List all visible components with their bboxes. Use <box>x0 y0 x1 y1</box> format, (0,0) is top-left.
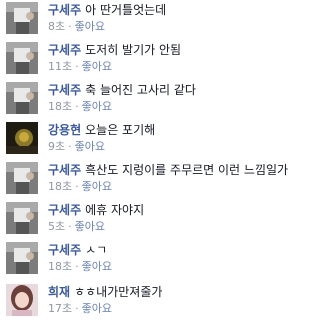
photo-avatar-icon[interactable] <box>6 2 38 34</box>
comment-meta: 18초 · 좋아요 <box>48 180 112 194</box>
photo-avatar-icon[interactable] <box>6 82 38 114</box>
comment-item: 구세주 에휴 자야지 5초 · 좋아요 <box>0 200 334 240</box>
comment-text: ㅎㅎ내가만져줄가 <box>74 285 163 299</box>
comment-item: 구세주 아 딴거틀엇는데 8초 · 좋아요 <box>0 0 334 40</box>
comment-line: 구세주 ㅅㄱ <box>48 242 107 258</box>
separator-dot: · <box>68 220 72 233</box>
like-link[interactable]: 좋아요 <box>82 60 112 73</box>
comment-author[interactable]: 구세주 <box>48 3 81 17</box>
comment-time[interactable]: 11초 <box>48 60 72 73</box>
separator-dot: · <box>75 180 79 193</box>
photo-avatar-icon[interactable] <box>6 162 38 194</box>
comment-author[interactable]: 희재 <box>48 285 70 299</box>
separator-dot: · <box>75 60 79 73</box>
separator-dot: · <box>75 260 79 273</box>
comment-time[interactable]: 5초 <box>48 220 65 233</box>
like-link[interactable]: 좋아요 <box>75 140 105 153</box>
comment-meta: 9초 · 좋아요 <box>48 140 105 154</box>
comment-time[interactable]: 18초 <box>48 180 72 193</box>
comment-meta: 18초 · 좋아요 <box>48 260 112 274</box>
comment-text: 축 늘어진 고사리 같다 <box>85 83 196 97</box>
comment-item: 구세주 흑산도 지렁이를 주무르면 이런 느낌일가 18초 · 좋아요 <box>0 160 334 200</box>
comment-line: 구세주 아 딴거틀엇는데 <box>48 2 166 18</box>
like-link[interactable]: 좋아요 <box>82 180 112 193</box>
comment-text: 오늘은 포기해 <box>85 123 156 137</box>
like-link[interactable]: 좋아요 <box>82 100 112 113</box>
separator-dot: · <box>68 140 72 153</box>
comment-meta: 5초 · 좋아요 <box>48 220 105 234</box>
like-link[interactable]: 좋아요 <box>82 260 112 273</box>
comment-line: 구세주 흑산도 지렁이를 주무르면 이런 느낌일가 <box>48 162 288 178</box>
comment-text: ㅅㄱ <box>85 243 108 257</box>
like-link[interactable]: 좋아요 <box>82 302 112 315</box>
comment-text: 에휴 자야지 <box>85 203 145 217</box>
comment-line: 희재 ㅎㅎ내가만져줄가 <box>48 284 162 300</box>
like-link[interactable]: 좋아요 <box>75 20 105 33</box>
comment-author[interactable]: 구세주 <box>48 243 81 257</box>
comment-item: 구세주 ㅅㄱ 18초 · 좋아요 <box>0 240 334 280</box>
photo-avatar-icon[interactable] <box>6 242 38 274</box>
like-link[interactable]: 좋아요 <box>75 220 105 233</box>
comment-meta: 18초 · 좋아요 <box>48 100 112 114</box>
separator-dot: · <box>75 100 79 113</box>
comment-author[interactable]: 구세주 <box>48 203 81 217</box>
comment-line: 구세주 도저히 발기가 안됨 <box>48 42 181 58</box>
comment-time[interactable]: 9초 <box>48 140 65 153</box>
dark-avatar-icon[interactable] <box>6 122 38 154</box>
comment-text: 흑산도 지렁이를 주무르면 이런 느낌일가 <box>85 163 289 177</box>
comment-meta: 17초 · 좋아요 <box>48 302 112 316</box>
comment-author[interactable]: 구세주 <box>48 83 81 97</box>
separator-dot: · <box>75 302 79 315</box>
comment-time[interactable]: 18초 <box>48 100 72 113</box>
comment-author[interactable]: 강용현 <box>48 123 81 137</box>
comment-item: 구세주 도저히 발기가 안됨 11초 · 좋아요 <box>0 40 334 80</box>
comment-author[interactable]: 구세주 <box>48 43 81 57</box>
comment-item: 구세주 축 늘어진 고사리 같다 18초 · 좋아요 <box>0 80 334 120</box>
comment-line: 구세주 에휴 자야지 <box>48 202 144 218</box>
comment-item: 강용현 오늘은 포기해 9초 · 좋아요 <box>0 120 334 160</box>
comment-meta: 8초 · 좋아요 <box>48 20 105 34</box>
comment-line: 강용현 오늘은 포기해 <box>48 122 155 138</box>
photo-avatar-icon[interactable] <box>6 202 38 234</box>
comment-list: 구세주 아 딴거틀엇는데 8초 · 좋아요 구세주 도저히 발기가 안됨 11초 · 좋아요 <box>0 0 334 321</box>
comment-time[interactable]: 18초 <box>48 260 72 273</box>
comment-time[interactable]: 8초 <box>48 20 65 33</box>
comment-item: 희재 ㅎㅎ내가만져줄가 17초 · 좋아요 <box>0 282 334 322</box>
photo-avatar-icon[interactable] <box>6 42 38 74</box>
comment-text: 아 딴거틀엇는데 <box>85 3 167 17</box>
separator-dot: · <box>68 20 72 33</box>
comment-meta: 11초 · 좋아요 <box>48 60 112 74</box>
comment-line: 구세주 축 늘어진 고사리 같다 <box>48 82 196 98</box>
comment-time[interactable]: 17초 <box>48 302 72 315</box>
comment-text: 도저히 발기가 안됨 <box>85 43 182 57</box>
comment-author[interactable]: 구세주 <box>48 163 81 177</box>
portrait-avatar-icon[interactable] <box>6 284 38 316</box>
